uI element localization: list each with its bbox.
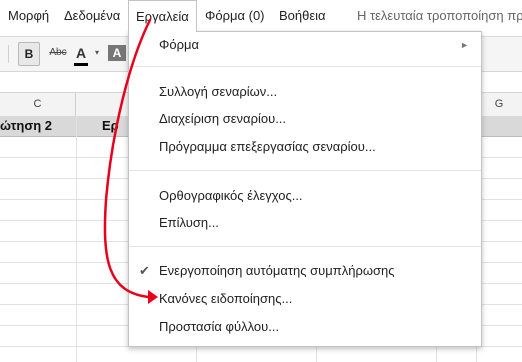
menu-item-label: Ορθογραφικός έλεγχος... [159,188,303,203]
menu-form[interactable]: Φόρμα (0) [205,0,265,32]
menu-separator [129,66,481,67]
menu-data[interactable]: Δεδομένα [64,0,120,32]
bold-button[interactable]: B [18,42,40,66]
submenu-arrow-icon: ► [460,40,469,50]
menu-item-scenario-manage[interactable]: Διαχείριση σεναρίου... [129,106,481,132]
text-color-swatch [74,63,88,66]
menu-item-label: Πρόγραμμα επεξεργασίας σεναρίου... [159,139,376,154]
menu-bar: Μορφή Δεδομένα Εργαλεία Φόρμα (0) Βοήθει… [0,0,522,33]
toolbar-divider [8,45,9,63]
menu-format[interactable]: Μορφή [8,0,49,32]
column-header-g[interactable]: G [476,93,522,116]
menu-help[interactable]: Βοήθεια [279,0,326,32]
menu-separator [129,246,481,247]
menu-item-label: Επίλυση... [159,215,219,230]
menu-item-label: Προστασία φύλλου... [159,319,280,334]
highlight-color-button[interactable]: A [108,45,126,61]
menu-item-label: Διαχείριση σεναρίου... [159,111,287,126]
menu-item-autocomplete[interactable]: ✔ Ενεργοποίηση αυτόματης συμπλήρωσης [129,258,481,284]
menu-item-label: Ενεργοποίηση αυτόματης συμπλήρωσης [159,263,395,278]
column-header-c[interactable]: C [0,93,76,116]
menu-item-label: Συλλογή σεναρίων... [159,84,278,99]
menu-item-notification-rules[interactable]: Κανόνες ειδοποίησης... [129,286,481,312]
checkmark-icon: ✔ [139,263,150,278]
menu-item-protect-sheet[interactable]: Προστασία φύλλου... [129,314,481,340]
strikethrough-button[interactable]: Abc [46,42,70,66]
menu-item-scenario-collection[interactable]: Συλλογή σεναρίων... [129,79,481,105]
menu-separator [129,170,481,171]
last-edit-status[interactable]: Η τελευταία τροποποίηση πρ [357,0,522,32]
menu-item-label: Κανόνες ειδοποίησης... [159,291,293,306]
menu-item-spellcheck[interactable]: Ορθογραφικός έλεγχος... [129,183,481,209]
header-cell[interactable]: ώτηση 2 [0,116,52,136]
tools-menu-dropdown: Φόρμα ► Συλλογή σεναρίων... Διαχείριση σ… [128,31,482,347]
menu-tools[interactable]: Εργαλεία [128,0,197,32]
header-cell[interactable]: Ερ [102,116,119,136]
menu-item-solve[interactable]: Επίλυση... [129,210,481,236]
chevron-down-icon[interactable]: ▾ [92,42,102,66]
menu-item-scenario-editor[interactable]: Πρόγραμμα επεξεργασίας σεναρίου... [129,134,481,160]
menu-item-form[interactable]: Φόρμα ► [129,32,481,58]
menu-item-label: Φόρμα [159,37,200,52]
